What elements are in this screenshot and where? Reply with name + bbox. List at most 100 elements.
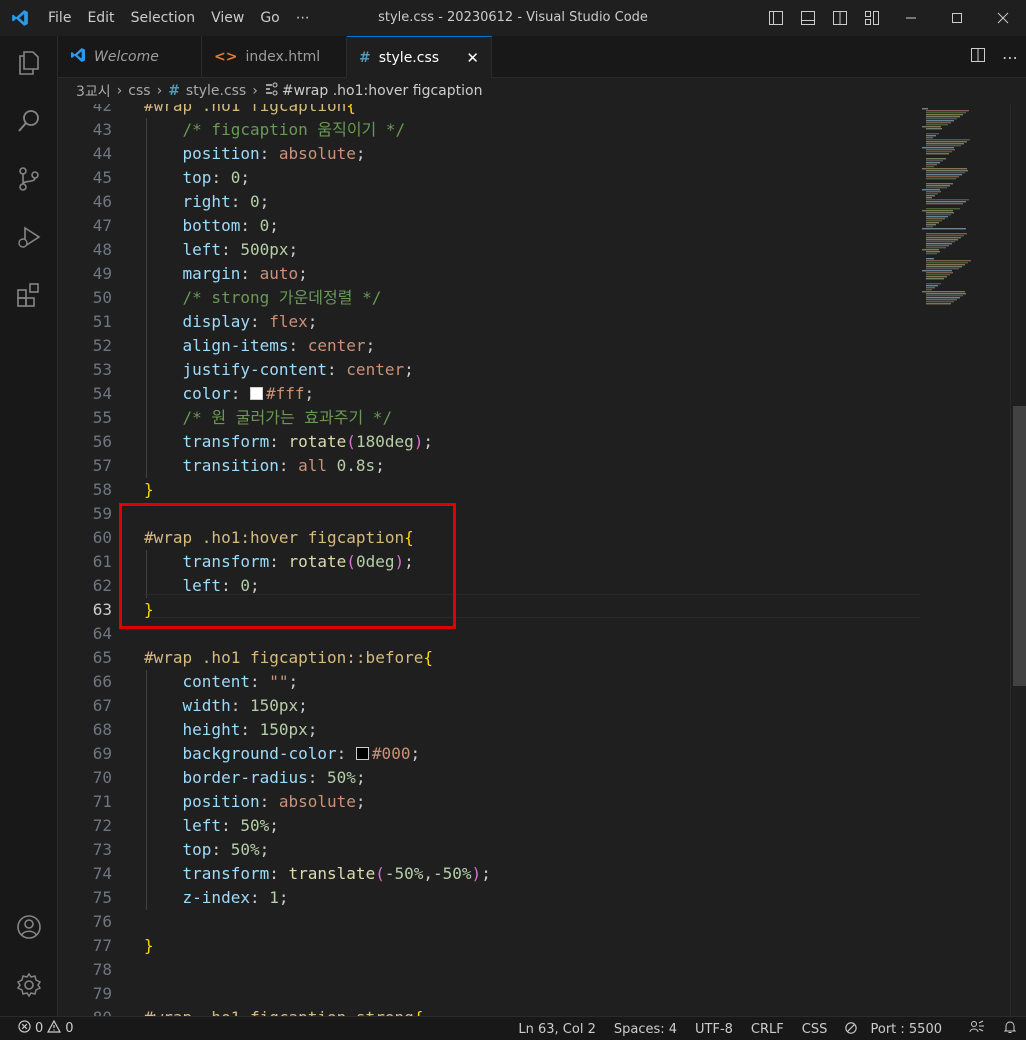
feedback-icon[interactable]	[960, 1020, 994, 1038]
code-line[interactable]: 79	[58, 982, 918, 1006]
cursor-position[interactable]: Ln 63, Col 2	[509, 1022, 604, 1037]
code-line[interactable]: 64	[58, 622, 918, 646]
run-debug-icon[interactable]	[0, 212, 58, 262]
code-line[interactable]: 66 content: "";	[58, 670, 918, 694]
minimap-line	[926, 278, 944, 280]
customize-layout-icon[interactable]	[856, 0, 888, 36]
minimap-line	[926, 266, 962, 268]
extensions-icon[interactable]	[0, 270, 58, 320]
accounts-icon[interactable]	[0, 902, 58, 952]
code-line[interactable]: 58}	[58, 478, 918, 502]
toggle-primary-sidebar-icon[interactable]	[760, 0, 792, 36]
code-line[interactable]: 74 transform: translate(-50%,-50%);	[58, 862, 918, 886]
close-tab-icon[interactable]: ✕	[466, 49, 479, 67]
vertical-scrollbar[interactable]	[1010, 104, 1026, 1016]
more-actions-icon[interactable]: ⋯	[994, 48, 1026, 67]
search-icon[interactable]	[0, 96, 58, 146]
line-code: /* strong 가운데정렬 */	[182, 288, 382, 307]
live-server-port[interactable]: Port : 5500	[836, 1022, 960, 1037]
code-line[interactable]: 43 /* figcaption 움직이기 */	[58, 118, 918, 142]
code-line[interactable]: 60 #wrap .ho1:hover figcaption{	[58, 526, 918, 550]
code-line[interactable]: 49 margin: auto;	[58, 262, 918, 286]
code-line[interactable]: 42 #wrap .ho1 figcaption{	[58, 104, 918, 118]
line-number: 60	[92, 528, 112, 547]
code-line[interactable]: 61 transform: rotate(0deg);	[58, 550, 918, 574]
menu-file[interactable]: File	[40, 0, 79, 36]
encoding[interactable]: UTF-8	[686, 1022, 742, 1037]
minimap-line	[926, 201, 966, 203]
code-line[interactable]: 78	[58, 958, 918, 982]
close-window-icon[interactable]	[980, 0, 1026, 36]
tab-style-css[interactable]: # style.css ✕	[347, 36, 492, 78]
code-line[interactable]: 70 border-radius: 50%;	[58, 766, 918, 790]
menu-view[interactable]: View	[203, 0, 252, 36]
line-number: 56	[92, 432, 112, 451]
problems-indicator[interactable]: 0 0	[0, 1019, 74, 1037]
code-line[interactable]: 51 display: flex;	[58, 310, 918, 334]
toggle-panel-icon[interactable]	[792, 0, 824, 36]
toggle-secondary-sidebar-icon[interactable]	[824, 0, 856, 36]
minimap[interactable]	[920, 104, 1010, 1016]
menu-selection[interactable]: Selection	[123, 0, 204, 36]
breadcrumb-file[interactable]: style.css	[186, 83, 246, 99]
menu-more[interactable]: ⋯	[288, 0, 318, 36]
code-line[interactable]: 46 right: 0;	[58, 190, 918, 214]
tab-welcome[interactable]: Welcome	[58, 36, 202, 78]
line-number: 53	[92, 360, 112, 379]
code-line[interactable]: 53 justify-content: center;	[58, 358, 918, 382]
breadcrumb-folder[interactable]: 3교시	[76, 81, 111, 101]
code-line[interactable]: 67 width: 150px;	[58, 694, 918, 718]
explorer-icon[interactable]	[0, 38, 58, 88]
minimap-line	[926, 216, 948, 218]
language-mode[interactable]: CSS	[793, 1022, 837, 1037]
code-line[interactable]: 59	[58, 502, 918, 526]
breadcrumb-symbol[interactable]: #wrap .ho1:hover figcaption	[282, 83, 483, 99]
code-line[interactable]: 48 left: 500px;	[58, 238, 918, 262]
color-swatch[interactable]	[249, 387, 263, 400]
code-line[interactable]: 47 bottom: 0;	[58, 214, 918, 238]
scrollbar-thumb[interactable]	[1013, 406, 1026, 686]
code-line[interactable]: 62 left: 0;	[58, 574, 918, 598]
indentation[interactable]: Spaces: 4	[605, 1022, 686, 1037]
minimize-icon[interactable]	[888, 0, 934, 36]
code-line[interactable]: 69 background-color: #000;	[58, 742, 918, 766]
line-code: content: "";	[182, 672, 299, 691]
tab-index-html[interactable]: <> index.html	[202, 36, 347, 78]
code-line[interactable]: 45 top: 0;	[58, 166, 918, 190]
code-line[interactable]: 63}	[58, 598, 918, 622]
minimap-line	[926, 287, 935, 289]
code-line[interactable]: 71 position: absolute;	[58, 790, 918, 814]
code-line[interactable]: 57 transition: all 0.8s;	[58, 454, 918, 478]
code-line[interactable]: 76	[58, 910, 918, 934]
minimap-line	[926, 164, 937, 166]
notifications-bell-icon[interactable]	[994, 1020, 1026, 1038]
code-line[interactable]: 56 transform: rotate(180deg);	[58, 430, 918, 454]
source-control-icon[interactable]	[0, 154, 58, 204]
minimap-line	[922, 108, 928, 110]
line-number: 55	[92, 408, 112, 427]
menu-edit[interactable]: Edit	[79, 0, 122, 36]
menu-go[interactable]: Go	[252, 0, 287, 36]
line-number: 52	[92, 336, 112, 355]
code-line[interactable]: 77}	[58, 934, 918, 958]
code-line[interactable]: 50 /* strong 가운데정렬 */	[58, 286, 918, 310]
minimap-line	[926, 133, 939, 135]
breadcrumb-subfolder[interactable]: css	[128, 83, 150, 99]
code-line[interactable]: 55 /* 원 굴러가는 효과주기 */	[58, 406, 918, 430]
code-line[interactable]: 54 color: #fff;	[58, 382, 918, 406]
code-line[interactable]: 65 #wrap .ho1 figcaption::before{	[58, 646, 918, 670]
color-swatch[interactable]	[355, 747, 369, 760]
code-line[interactable]: 75 z-index: 1;	[58, 886, 918, 910]
code-editor[interactable]: 42 #wrap .ho1 figcaption{43 /* figcaption…	[58, 104, 1026, 1016]
code-line[interactable]: 52 align-items: center;	[58, 334, 918, 358]
code-line[interactable]: 73 top: 50%;	[58, 838, 918, 862]
manage-gear-icon[interactable]	[0, 960, 58, 1010]
code-line[interactable]: 44 position: absolute;	[58, 142, 918, 166]
minimap-line	[922, 168, 967, 170]
end-of-line[interactable]: CRLF	[742, 1022, 793, 1037]
code-line[interactable]: 72 left: 50%;	[58, 814, 918, 838]
split-editor-icon[interactable]	[962, 47, 994, 67]
code-line[interactable]: 68 height: 150px;	[58, 718, 918, 742]
maximize-icon[interactable]	[934, 0, 980, 36]
code-line[interactable]: 80 #wrap .ho1 figcaption strong{	[58, 1006, 918, 1016]
